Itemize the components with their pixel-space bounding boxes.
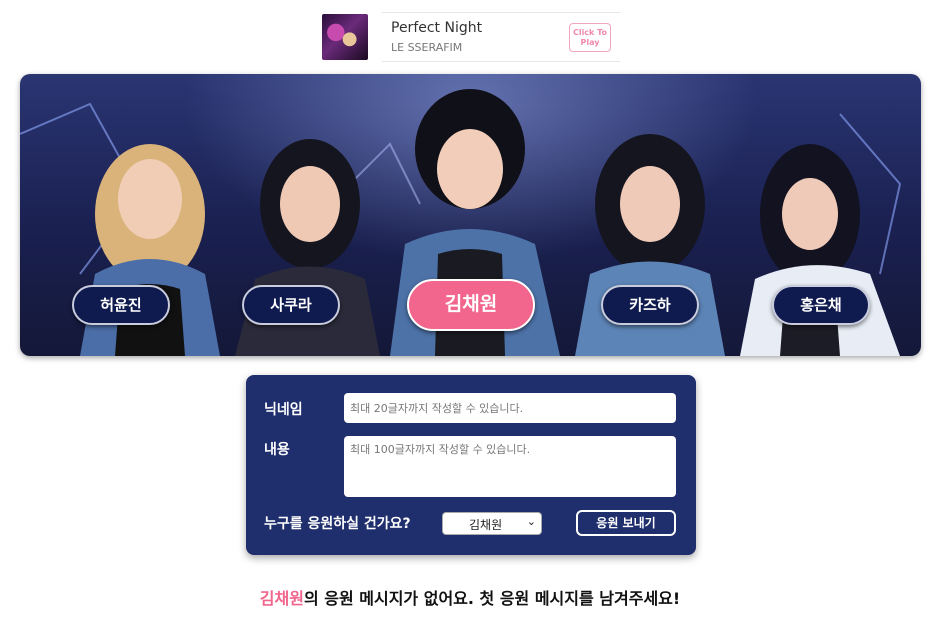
player-info: Perfect Night LE SSERAFIM Click To Play <box>382 12 620 62</box>
click-to-play-button[interactable]: Click To Play <box>569 23 611 52</box>
content-textarea[interactable] <box>344 436 676 497</box>
send-cheer-button[interactable]: 응원 보내기 <box>576 510 676 536</box>
member-select-value: 김채원 <box>469 518 503 532</box>
nickname-input[interactable] <box>344 393 676 423</box>
chevron-down-icon: ⌄ <box>526 515 536 528</box>
member-label: 카즈하 <box>629 296 671 314</box>
member-button-hongeunchae[interactable]: 홍은채 <box>772 285 870 325</box>
empty-cheer-message: 김채원의 응원 메시지가 없어요. 첫 응원 메시지를 남겨주세요! <box>0 585 940 609</box>
member-label: 허윤진 <box>100 296 142 314</box>
member-button-kazuha[interactable]: 카즈하 <box>601 285 699 325</box>
play-label-line2: Play <box>580 38 600 47</box>
member-label: 사쿠라 <box>270 296 312 314</box>
member-button-heoyunjin[interactable]: 허윤진 <box>72 285 170 325</box>
cheer-form: 닉네임 내용 누구를 응원하실 건가요? 김채원 ⌄ 응원 보내기 <box>246 375 696 555</box>
album-art-image <box>322 14 368 60</box>
empty-message-text: 의 응원 메시지가 없어요. 첫 응원 메시지를 남겨주세요! <box>303 589 681 608</box>
member-select[interactable]: 김채원 ⌄ <box>442 512 542 535</box>
member-label: 김채원 <box>444 293 498 315</box>
empty-message-member: 김채원 <box>259 589 304 608</box>
member-button-sakura[interactable]: 사쿠라 <box>242 285 340 325</box>
nickname-label: 닉네임 <box>264 402 303 418</box>
member-banner: 허윤진 사쿠라 김채원 카즈하 홍은채 <box>20 74 921 356</box>
play-label-line1: Click To <box>572 28 608 37</box>
song-artist: LE SSERAFIM <box>391 41 463 54</box>
member-label: 홍은채 <box>800 296 842 314</box>
member-question-label: 누구를 응원하실 건가요? <box>264 516 411 532</box>
music-player: Perfect Night LE SSERAFIM Click To Play <box>322 12 620 62</box>
song-title: Perfect Night <box>391 20 483 36</box>
member-button-kimchaewon[interactable]: 김채원 <box>407 279 535 331</box>
content-label: 내용 <box>264 442 290 458</box>
